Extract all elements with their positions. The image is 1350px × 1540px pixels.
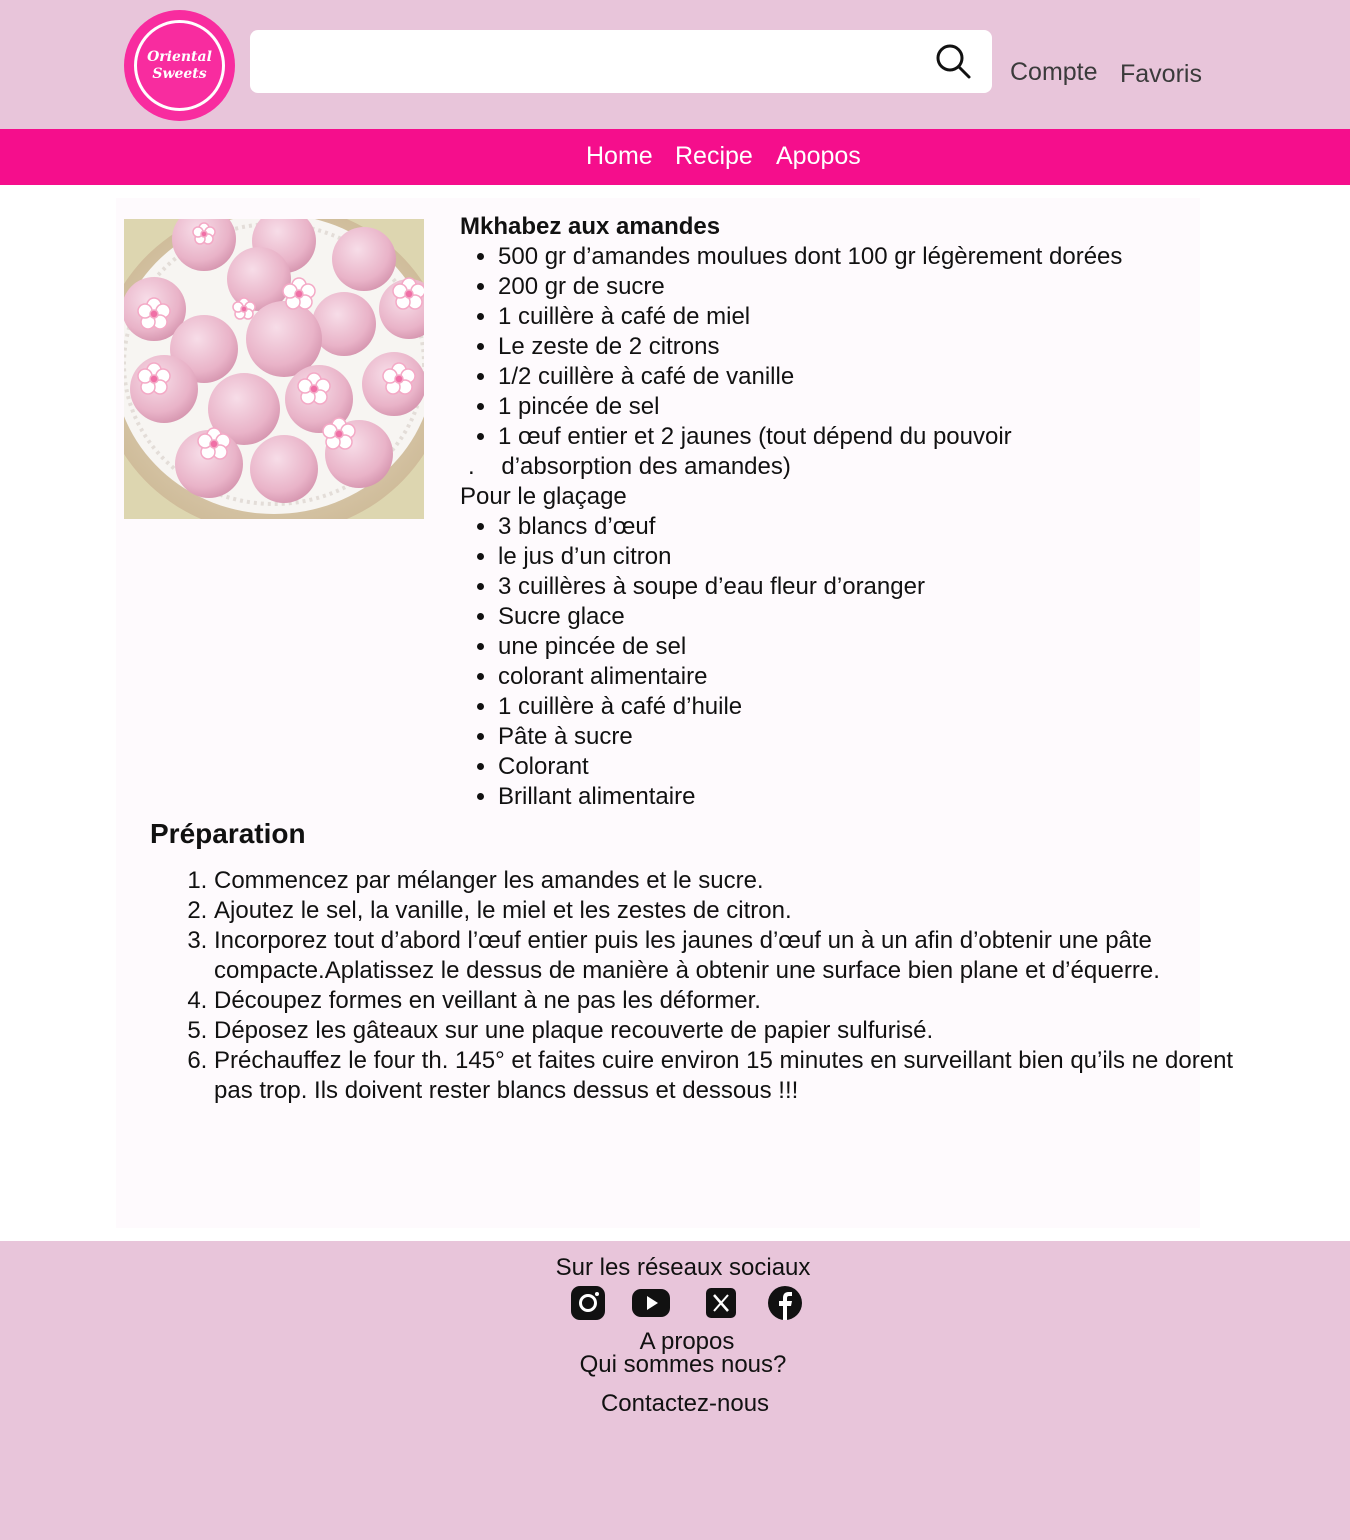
glaze-item: Colorant	[498, 752, 1220, 782]
glaze-item: Pâte à sucre	[498, 722, 1220, 752]
ingredient-item: 500 gr d’amandes moulues dont 100 gr lég…	[498, 242, 1220, 272]
social-title: Sur les réseaux sociaux	[555, 1254, 811, 1281]
ingredients-section: Mkhabez aux amandes 500 gr d’amandes mou…	[460, 212, 1220, 812]
logo-text-sweets: Sweets	[152, 65, 207, 82]
glaze-item: 3 blancs d’œuf	[498, 512, 1220, 542]
ingredient-item: 200 gr de sucre	[498, 272, 1220, 302]
footer-contact-link[interactable]: Contactez-nous	[0, 1390, 1350, 1418]
logo-ring: Oriental Sweets	[134, 20, 225, 111]
instagram-icon[interactable]	[571, 1286, 605, 1320]
ingredient-continuation: . d’absorption des amandes)	[468, 453, 791, 480]
preparation-steps: Commencez par mélanger les amandes et le…	[150, 866, 1234, 1106]
preparation-heading: Préparation	[150, 818, 306, 849]
recipe-photo-illustration	[124, 219, 424, 519]
glaze-item: 3 cuillères à soupe d’eau fleur d’orange…	[498, 572, 1220, 602]
favorites-link[interactable]: Favoris	[1120, 60, 1202, 89]
preparation-step: Préchauffez le four th. 145° et faites c…	[214, 1046, 1234, 1106]
facebook-icon[interactable]	[768, 1286, 802, 1320]
footer-who-link[interactable]: Qui sommes nous?	[0, 1351, 1350, 1379]
x-icon[interactable]	[704, 1286, 738, 1320]
site-logo[interactable]: Oriental Sweets	[124, 10, 235, 121]
nav-item-apropos[interactable]: Apopos	[776, 142, 861, 171]
glaze-item: Brillant alimentaire	[498, 782, 1220, 812]
ingredient-item: 1 cuillère à café de miel	[498, 302, 1220, 332]
search-icon[interactable]	[934, 42, 972, 80]
glaze-item: colorant alimentaire	[498, 662, 1220, 692]
logo-text-oriental: Oriental	[147, 48, 212, 65]
youtube-icon[interactable]	[632, 1286, 670, 1320]
recipe-title: Mkhabez aux amandes	[460, 213, 721, 240]
preparation-step: Commencez par mélanger les amandes et le…	[214, 866, 1234, 896]
recipe-photo	[124, 219, 424, 519]
ingredient-list: 500 gr d’amandes moulues dont 100 gr lég…	[460, 242, 1220, 452]
preparation-step: Incorporez tout d’abord l’œuf entier pui…	[214, 926, 1234, 986]
nav-item-home[interactable]: Home	[586, 142, 653, 171]
preparation-step: Déposez les gâteaux sur une plaque recou…	[214, 1016, 1234, 1046]
ingredient-item: 1 pincée de sel	[498, 392, 1220, 422]
search-input[interactable]	[266, 40, 910, 84]
glaze-item: le jus d’un citron	[498, 542, 1220, 572]
glaze-heading: Pour le glaçage	[460, 483, 627, 510]
glaze-item: une pincée de sel	[498, 632, 1220, 662]
nav-item-recipe[interactable]: Recipe	[675, 142, 753, 171]
glaze-item: 1 cuillère à café d’huile	[498, 692, 1220, 722]
account-link[interactable]: Compte	[1010, 58, 1098, 87]
ingredient-item: 1 œuf entier et 2 jaunes (tout dépend du…	[498, 422, 1220, 452]
glaze-list: 3 blancs d’œuf le jus d’un citron 3 cuil…	[460, 512, 1220, 812]
preparation-step: Ajoutez le sel, la vanille, le miel et l…	[214, 896, 1234, 926]
search-bar	[250, 30, 992, 93]
ingredient-item: Le zeste de 2 citrons	[498, 332, 1220, 362]
glaze-item: Sucre glace	[498, 602, 1220, 632]
ingredient-item: 1/2 cuillère à café de vanille	[498, 362, 1220, 392]
preparation-step: Découpez formes en veillant à ne pas les…	[214, 986, 1234, 1016]
